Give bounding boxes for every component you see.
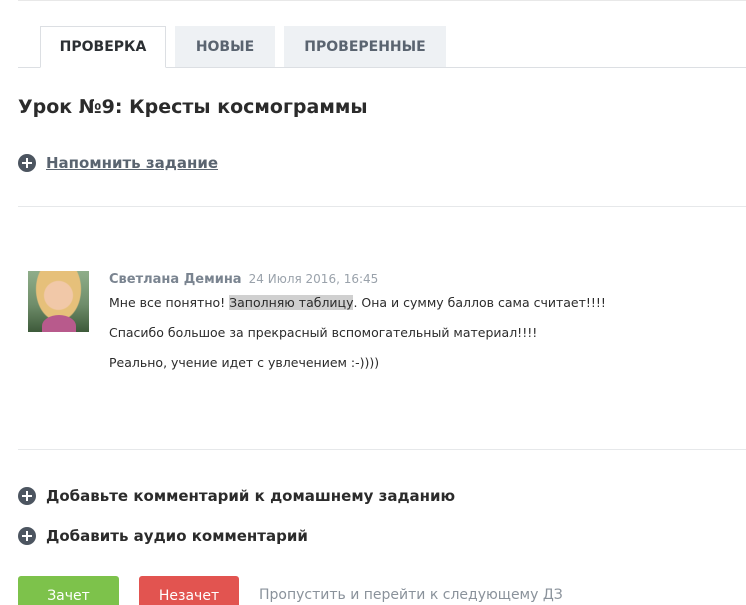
remind-task-link[interactable]: Напомнить задание bbox=[46, 154, 218, 172]
pass-button[interactable]: Зачет bbox=[18, 576, 119, 605]
plus-circle-icon bbox=[18, 527, 36, 545]
comment-line-1: Мне все понятно! Заполняю таблицу. Она и… bbox=[109, 294, 606, 312]
comment-text-part: Мне все понятно! bbox=[109, 295, 230, 310]
skip-to-next-link[interactable]: Пропустить и перейти к следующему ДЗ bbox=[259, 587, 563, 603]
comment-meta: Светлана Демина 24 Июля 2016, 16:45 bbox=[109, 268, 378, 287]
section-divider bbox=[18, 449, 746, 450]
comment-date: 24 Июля 2016, 16:45 bbox=[248, 272, 379, 286]
add-comment-toggle[interactable]: Добавьте комментарий к домашнему заданию bbox=[18, 484, 455, 508]
fail-button[interactable]: Незачет bbox=[139, 576, 239, 605]
add-comment-label: Добавьте комментарий к домашнему заданию bbox=[46, 487, 456, 505]
avatar bbox=[28, 271, 89, 332]
tab-checked[interactable]: ПРОВЕРЕННЫЕ bbox=[284, 26, 446, 67]
homework-review-page: ПРОВЕРКА НОВЫЕ ПРОВЕРЕННЫЕ Урок №9: Крес… bbox=[0, 0, 746, 605]
comment-text: Мне все понятно! Заполняю таблицу. Она и… bbox=[109, 294, 606, 384]
tab-new[interactable]: НОВЫЕ bbox=[175, 26, 275, 67]
plus-circle-icon bbox=[18, 154, 36, 172]
comment-line-2: Спасибо большое за прекрасный вспомогате… bbox=[109, 325, 538, 340]
tab-bar: ПРОВЕРКА НОВЫЕ ПРОВЕРЕННЫЕ bbox=[18, 26, 746, 68]
section-divider bbox=[18, 206, 746, 207]
top-divider bbox=[18, 0, 746, 1]
comment-line-3: Реально, учение идет с увлечением :-)))) bbox=[109, 355, 380, 370]
add-audio-comment-toggle[interactable]: Добавить аудио комментарий bbox=[18, 524, 308, 548]
remind-task-toggle[interactable]: Напомнить задание bbox=[18, 152, 218, 174]
tab-review[interactable]: ПРОВЕРКА bbox=[40, 26, 166, 68]
plus-circle-icon bbox=[18, 487, 36, 505]
avatar-figure bbox=[42, 315, 76, 332]
lesson-title: Урок №9: Кресты космограммы bbox=[18, 96, 368, 118]
add-audio-comment-label: Добавить аудио комментарий bbox=[46, 527, 308, 545]
highlighted-text: Заполняю таблицу bbox=[229, 295, 354, 310]
comment-text-part: . Она и сумму баллов сама считает!!!! bbox=[353, 295, 606, 310]
comment-author: Светлана Демина bbox=[109, 272, 242, 287]
